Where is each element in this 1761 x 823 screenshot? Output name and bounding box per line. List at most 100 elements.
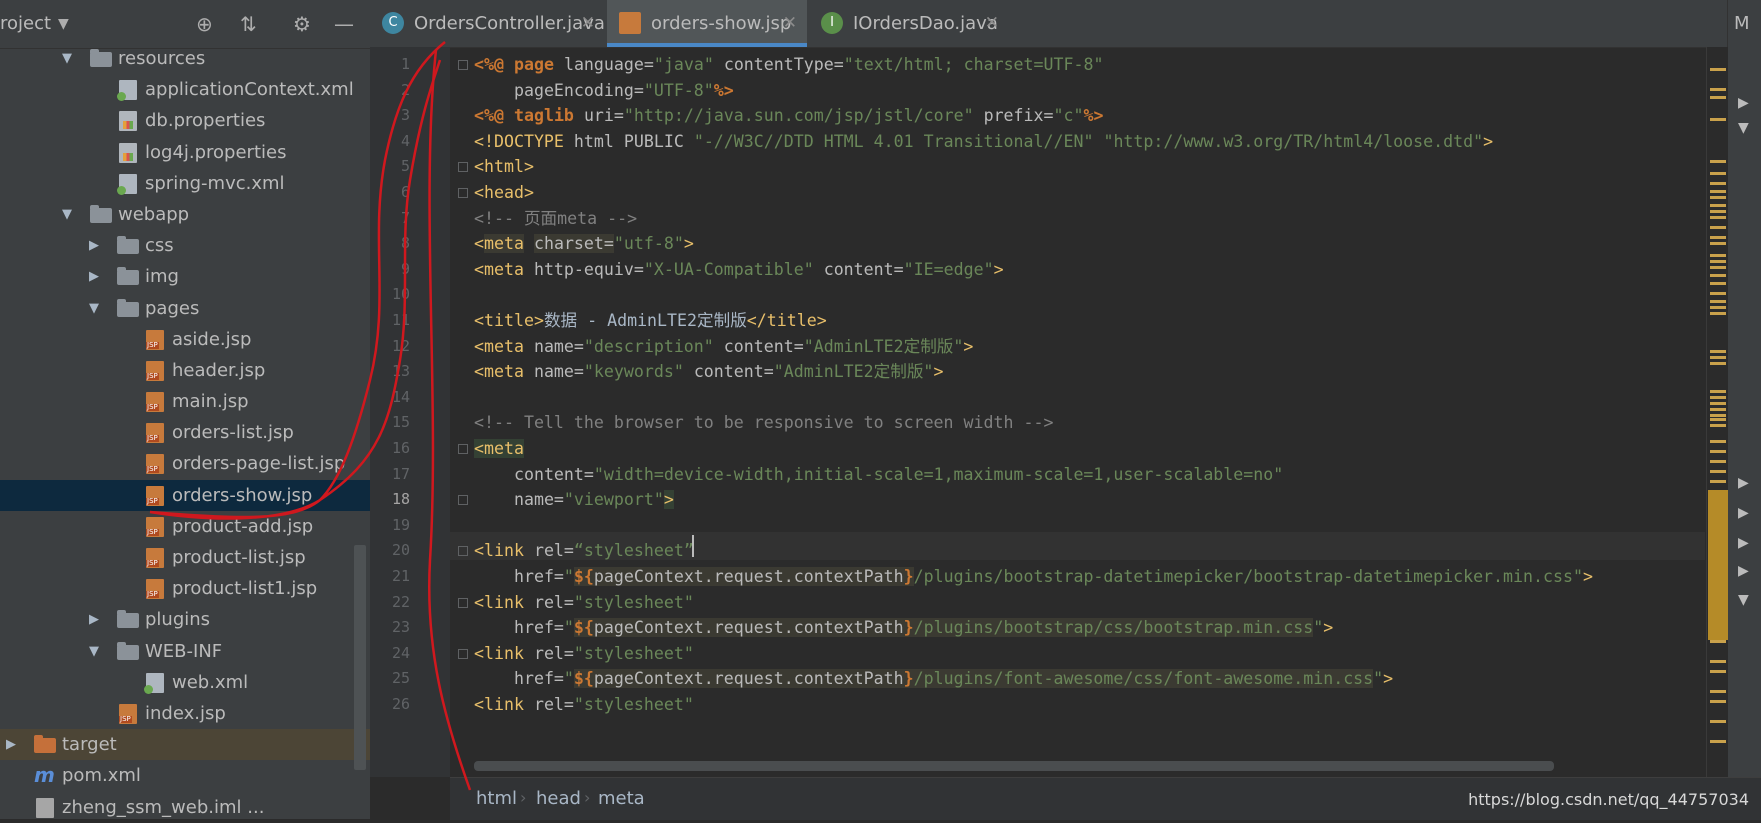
line-number[interactable]: 23 bbox=[370, 615, 410, 641]
line-number[interactable]: 26 bbox=[370, 692, 410, 718]
error-stripe-marker[interactable] bbox=[1710, 216, 1726, 219]
horizontal-scrollbar[interactable] bbox=[474, 761, 1554, 771]
expand-down-icon[interactable]: ▼ bbox=[62, 199, 72, 230]
fold-marker-icon[interactable] bbox=[458, 162, 468, 173]
tree-item[interactable]: web.xml bbox=[0, 667, 370, 698]
tree-item[interactable]: orders-list.jsp bbox=[0, 417, 370, 448]
line-number[interactable]: 15 bbox=[370, 410, 410, 436]
scrollbar-thumb[interactable] bbox=[1708, 490, 1728, 640]
close-icon[interactable]: ✕ bbox=[985, 0, 999, 47]
code-line[interactable]: <meta http-equiv="X-UA-Compatible" conte… bbox=[474, 257, 1004, 283]
error-stripe-marker[interactable] bbox=[1710, 424, 1726, 427]
error-stripe-marker[interactable] bbox=[1710, 190, 1726, 193]
code-line[interactable]: pageEncoding="UTF-8"%> bbox=[474, 78, 734, 104]
expand-down-icon[interactable]: ▼ bbox=[89, 293, 99, 324]
tree-item[interactable]: orders-show.jsp bbox=[0, 479, 370, 511]
code-line[interactable]: <meta name="keywords" content="AdminLTE2… bbox=[474, 359, 943, 385]
error-stripe-marker[interactable] bbox=[1710, 172, 1726, 175]
line-number[interactable]: 12 bbox=[370, 334, 410, 360]
error-stripe-marker[interactable] bbox=[1710, 242, 1726, 245]
tree-item[interactable]: ▶ css bbox=[0, 230, 370, 261]
tree-item[interactable]: applicationContext.xml bbox=[0, 74, 370, 105]
fold-marker-icon[interactable] bbox=[458, 546, 468, 557]
error-stripe-marker[interactable] bbox=[1710, 418, 1726, 421]
line-number[interactable]: 16 bbox=[370, 436, 410, 462]
tree-item[interactable]: index.jsp bbox=[0, 698, 370, 729]
tree-item[interactable]: header.jsp bbox=[0, 355, 370, 386]
close-icon[interactable]: ✕ bbox=[581, 0, 595, 47]
line-number[interactable]: 22 bbox=[370, 590, 410, 616]
fold-marker-icon[interactable] bbox=[458, 60, 468, 70]
error-stripe-marker[interactable] bbox=[1710, 402, 1726, 405]
error-stripe-marker[interactable] bbox=[1710, 690, 1726, 693]
arrow-right-icon[interactable]: ▶ bbox=[1738, 505, 1749, 521]
error-stripe-marker[interactable] bbox=[1710, 254, 1726, 257]
error-stripe-marker[interactable] bbox=[1710, 260, 1726, 263]
line-number[interactable]: 25 bbox=[370, 666, 410, 692]
error-stripe-marker[interactable] bbox=[1710, 440, 1726, 443]
error-stripe-marker[interactable] bbox=[1710, 292, 1726, 295]
error-stripe-marker[interactable] bbox=[1710, 196, 1726, 199]
expand-down-icon[interactable]: ▼ bbox=[89, 636, 99, 667]
error-stripe-marker[interactable] bbox=[1710, 480, 1726, 483]
error-stripe-marker[interactable] bbox=[1710, 274, 1726, 277]
code-line[interactable]: <head> bbox=[474, 180, 534, 206]
code-line[interactable]: href="${pageContext.request.contextPath}… bbox=[474, 615, 1333, 641]
tree-item[interactable]: main.jsp bbox=[0, 386, 370, 417]
code-line[interactable]: name="viewport"> bbox=[474, 487, 674, 513]
code-line[interactable]: <link rel=“stylesheet” bbox=[474, 538, 694, 564]
error-stripe-marker[interactable] bbox=[1710, 740, 1726, 743]
error-stripe-marker[interactable] bbox=[1710, 204, 1726, 207]
tree-item[interactable]: orders-page-list.jsp bbox=[0, 448, 370, 479]
collapse-all-icon[interactable]: ⇅ bbox=[240, 12, 257, 36]
line-number[interactable]: 4 bbox=[370, 129, 410, 155]
error-stripe-marker[interactable] bbox=[1710, 282, 1726, 285]
code-line[interactable]: href="${pageContext.request.contextPath}… bbox=[474, 666, 1393, 692]
gear-icon[interactable]: ⚙ bbox=[293, 12, 311, 36]
breadcrumb-item[interactable]: html bbox=[476, 788, 517, 809]
line-number[interactable]: 14 bbox=[370, 385, 410, 411]
error-stripe-marker[interactable] bbox=[1710, 408, 1726, 411]
breadcrumb-item[interactable]: meta bbox=[598, 788, 645, 809]
tree-item[interactable]: spring-mvc.xml bbox=[0, 168, 370, 199]
tree-item[interactable]: product-add.jsp bbox=[0, 511, 370, 542]
code-line[interactable]: content="width=device-width,initial-scal… bbox=[474, 462, 1283, 488]
code-line[interactable]: <meta charset="utf-8"> bbox=[474, 231, 694, 257]
arrow-right-icon[interactable]: ▶ bbox=[1738, 563, 1749, 579]
error-stripe-marker[interactable] bbox=[1710, 670, 1726, 673]
tab-overflow[interactable]: M bbox=[1727, 0, 1761, 47]
error-stripe-marker[interactable] bbox=[1710, 390, 1726, 393]
error-stripe-marker[interactable] bbox=[1710, 88, 1726, 91]
tree-item[interactable]: ▶ target bbox=[0, 729, 370, 761]
line-number[interactable]: 19 bbox=[370, 513, 410, 539]
tree-item[interactable]: ▼ WEB-INF bbox=[0, 636, 370, 667]
error-stripe[interactable] bbox=[1706, 47, 1729, 777]
expand-right-icon[interactable]: ▶ bbox=[89, 261, 99, 292]
arrow-right-icon[interactable]: ▶ bbox=[1738, 535, 1749, 551]
error-stripe-marker[interactable] bbox=[1710, 182, 1726, 185]
tab-orders-controller[interactable]: C OrdersController.java ✕ bbox=[370, 0, 605, 47]
error-stripe-marker[interactable] bbox=[1710, 460, 1726, 463]
line-number[interactable]: 17 bbox=[370, 462, 410, 488]
error-stripe-marker[interactable] bbox=[1710, 700, 1726, 703]
error-stripe-marker[interactable] bbox=[1710, 414, 1726, 417]
fold-marker-icon[interactable] bbox=[458, 444, 468, 454]
error-stripe-marker[interactable] bbox=[1710, 160, 1726, 163]
error-stripe-marker[interactable] bbox=[1710, 470, 1726, 473]
tree-item[interactable]: ▶ img bbox=[0, 261, 370, 292]
error-stripe-marker[interactable] bbox=[1710, 68, 1726, 71]
expand-right-icon[interactable]: ▶ bbox=[89, 604, 99, 635]
code-line[interactable]: <meta bbox=[474, 436, 524, 462]
code-line[interactable]: <!-- Tell the browser to be responsive t… bbox=[474, 410, 1053, 436]
code-line[interactable]: <link rel="stylesheet" bbox=[474, 692, 694, 718]
error-stripe-marker[interactable] bbox=[1710, 210, 1726, 213]
error-stripe-marker[interactable] bbox=[1710, 640, 1726, 643]
code-line[interactable]: <%@ taglib uri="http://java.sun.com/jsp/… bbox=[474, 103, 1103, 129]
code-line[interactable]: <%@ page language="java" contentType="te… bbox=[474, 52, 1103, 78]
tab-orders-show[interactable]: orders-show.jsp ✕ bbox=[607, 0, 807, 47]
line-number[interactable]: 24 bbox=[370, 641, 410, 667]
arrow-down-icon[interactable]: ▼ bbox=[1738, 592, 1749, 608]
code-line[interactable]: <link rel="stylesheet" bbox=[474, 641, 694, 667]
fold-marker-icon[interactable] bbox=[458, 495, 468, 506]
line-number[interactable]: 7 bbox=[370, 206, 410, 232]
